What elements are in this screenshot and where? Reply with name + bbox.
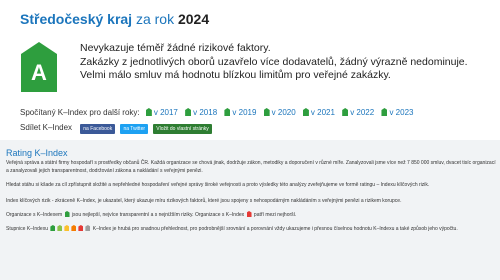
rating-line-1: Nevykazuje téměř žádné rizikové faktory. bbox=[80, 42, 271, 54]
year-link-label: v 2017 bbox=[153, 108, 178, 117]
year-link-2017[interactable]: v 2017 bbox=[145, 107, 178, 119]
rating-f-icon bbox=[246, 211, 252, 217]
rating-mini-icon bbox=[145, 108, 152, 116]
share-facebook-button[interactable]: na Facebook bbox=[80, 124, 116, 134]
share-twitter-button[interactable]: na Twitter bbox=[120, 124, 149, 134]
title-year: 2024 bbox=[177, 11, 210, 27]
rating-mini-icon bbox=[185, 108, 192, 116]
year-link-2022[interactable]: v 2022 bbox=[342, 107, 374, 119]
rating-a-icon bbox=[64, 211, 70, 217]
page-title: Středočeský kraj za rok 2024 bbox=[20, 10, 209, 28]
other-years-label: Spočítaný K–Index pro další roky: bbox=[20, 108, 140, 117]
info-paragraph-1: Veřejná správa a státní firmy hospodaří … bbox=[6, 160, 496, 174]
rating-b-icon bbox=[57, 225, 63, 231]
rating-mini-icon bbox=[381, 108, 388, 116]
share-row: Sdílet K–Index na Facebook na Twitter Vl… bbox=[20, 122, 215, 134]
rating-f-icon bbox=[85, 225, 91, 231]
rating-mini-icon bbox=[224, 108, 231, 116]
region-name[interactable]: Středočeský kraj bbox=[20, 11, 132, 27]
info-p4-end: patří mezi nejhorší. bbox=[253, 212, 297, 218]
year-link-label: v 2023 bbox=[389, 108, 414, 117]
info-paragraph-2: Hledat stáhu si kšade za cíl zpřístupnit… bbox=[6, 182, 430, 188]
share-label: Sdílet K–Index bbox=[20, 123, 73, 132]
info-paragraph-3: Index klíčových rizik - zkráceně K–Index… bbox=[6, 198, 402, 204]
rating-line-2: Zakázky z jednotlivých oborů uzavřelo ví… bbox=[80, 55, 468, 68]
rating-badge: A bbox=[21, 42, 57, 92]
rating-description: Nevykazuje téměř žádné rizikové faktory.… bbox=[80, 42, 500, 83]
rating-letter: A bbox=[31, 60, 47, 85]
year-link-label: v 2019 bbox=[232, 108, 257, 117]
scale-description: K–Index je hrubá pro snadnou přehlednost… bbox=[92, 226, 458, 232]
info-p4-start: Organizace s K–Indexem bbox=[6, 212, 63, 218]
year-link-label: v 2018 bbox=[193, 108, 218, 117]
title-connector: za rok bbox=[132, 11, 178, 27]
rating-mini-icon bbox=[342, 108, 349, 116]
rating-mini-icon bbox=[302, 108, 309, 116]
rating-e-icon bbox=[78, 225, 84, 231]
rating-mini-icon bbox=[263, 108, 270, 116]
year-link-2021[interactable]: v 2021 bbox=[302, 107, 335, 119]
rating-line-3: Velmi málo smluv má hodnotu blízkou limi… bbox=[80, 69, 391, 81]
year-link-2018[interactable]: v 2018 bbox=[185, 107, 217, 119]
embed-widget-button[interactable]: Vložit do vlastní stránky bbox=[153, 124, 212, 134]
rating-c-icon bbox=[64, 225, 70, 231]
year-link-label: v 2021 bbox=[310, 108, 335, 117]
other-years-row: Spočítaný K–Index pro další roky: v 2017… bbox=[20, 107, 418, 120]
info-paragraph-5: Stupnice K–Indexu K–Index je hrubá pro s… bbox=[6, 225, 496, 234]
year-link-label: v 2022 bbox=[350, 108, 375, 117]
rating-d-icon bbox=[71, 225, 77, 231]
year-link-2020[interactable]: v 2020 bbox=[263, 107, 296, 119]
year-link-2019[interactable]: v 2019 bbox=[224, 107, 256, 119]
info-paragraph-4: Organizace s K–Indexem jsou nejlepší, ne… bbox=[6, 211, 496, 220]
year-link-label: v 2020 bbox=[271, 108, 296, 117]
info-p4-middle: jsou nejlepší, nejvíce transparentní a s… bbox=[71, 212, 245, 218]
year-link-2023[interactable]: v 2023 bbox=[381, 107, 413, 119]
scale-label: Stupnice K–Indexu bbox=[6, 226, 48, 232]
info-title: Rating K–Index bbox=[6, 148, 68, 158]
rating-a-icon bbox=[50, 225, 56, 231]
